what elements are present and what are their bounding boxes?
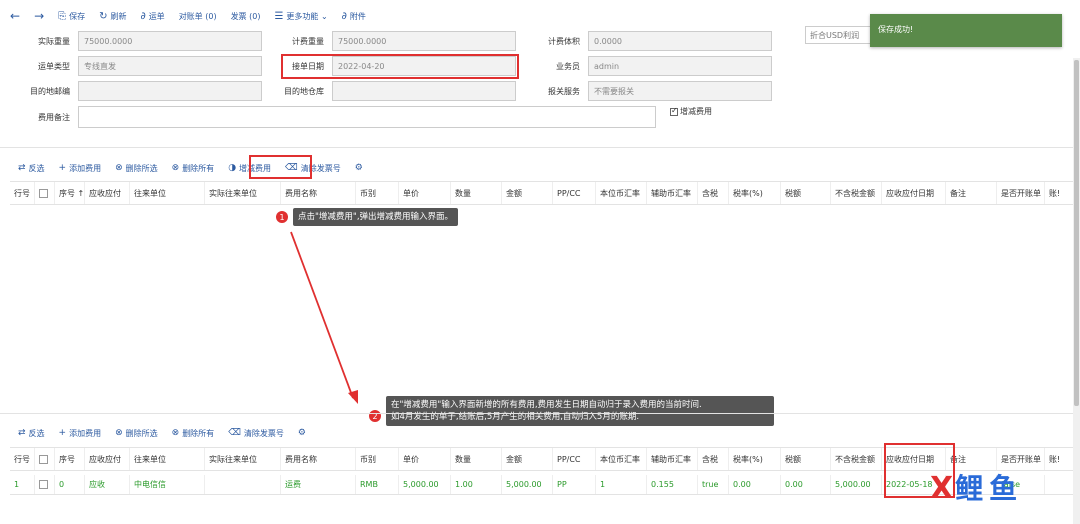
cell-amount[interactable]: 5,000.00	[502, 475, 553, 494]
cell-tax-rate[interactable]: 0.00	[729, 475, 781, 494]
col-header[interactable]: 序号	[55, 448, 85, 470]
grid2-delete-all-button[interactable]: ⊗ 删除所有	[172, 428, 215, 439]
cell-seq[interactable]: 0	[55, 475, 85, 494]
section-divider-2	[0, 413, 1073, 414]
col-header[interactable]: 行号	[10, 448, 35, 470]
col-header[interactable]: 往来单位	[130, 448, 205, 470]
scrollbar-thumb[interactable]	[1074, 60, 1079, 406]
watermark-mark: X	[930, 471, 954, 506]
cell-tax-included[interactable]: true	[698, 475, 729, 494]
select-all-checkbox[interactable]	[39, 454, 48, 464]
col-header[interactable]: 币别	[356, 448, 399, 470]
col-header[interactable]: 应收应付	[85, 448, 130, 470]
col-header[interactable]: 含税	[698, 448, 729, 470]
cell-row-number: 1	[10, 475, 35, 494]
delete-all-icon: ⊗	[171, 428, 180, 438]
col-header[interactable]: PP/CC	[553, 448, 596, 470]
col-header-select-all[interactable]	[35, 448, 55, 470]
cell-aux-rate[interactable]: 0.155	[647, 475, 698, 494]
cell-unit-price[interactable]: 5,000.00	[399, 475, 451, 494]
watermark-text: 鲤鱼	[955, 472, 1024, 505]
col-header[interactable]: 数量	[451, 448, 502, 470]
cell-pp-cc[interactable]: PP	[553, 475, 596, 494]
clear-icon: ⌫	[228, 428, 241, 438]
cell-extra[interactable]	[1045, 475, 1073, 494]
col-header[interactable]: 金额	[502, 448, 553, 470]
grid2-add-fee-button[interactable]: + 添加费用	[59, 428, 102, 439]
cell-actual-partner[interactable]	[205, 475, 281, 494]
col-header[interactable]: 是否开账单	[997, 448, 1045, 470]
cell-base-rate[interactable]: 1	[596, 475, 647, 494]
grid2-delete-selected-button[interactable]: ⊗ 删除所选	[115, 428, 158, 439]
tip-2-line-1: 在"增减费用"输入界面新增的所有费用,费用发生日期自动归于录入费用的当前时间.	[391, 400, 702, 410]
col-header[interactable]: 实际往来单位	[205, 448, 281, 470]
tip-2: 在"增减费用"输入界面新增的所有费用,费用发生日期自动归于录入费用的当前时间. …	[386, 396, 774, 426]
gear-icon: ⚙	[297, 428, 306, 438]
cell-ar-ap[interactable]: 应收	[85, 475, 130, 494]
row-checkbox[interactable]	[39, 480, 48, 489]
col-header[interactable]: 不含税金额	[831, 448, 882, 470]
delete-icon: ⊗	[115, 428, 123, 438]
grid2-settings-button[interactable]: ⚙	[298, 428, 306, 438]
col-header[interactable]: 费用名称	[281, 448, 356, 470]
cell-fee-name[interactable]: 运费	[281, 475, 356, 494]
col-header[interactable]: 辅助币汇率	[647, 448, 698, 470]
grid2-toolbar: ⇄ 反选 + 添加费用 ⊗ 删除所选 ⊗ 删除所有 ⌫ 清除发票号 ⚙	[0, 424, 306, 442]
grid2-invert-button[interactable]: ⇄ 反选	[18, 428, 45, 439]
cell-quantity[interactable]: 1.00	[451, 475, 502, 494]
col-header[interactable]: 单价	[399, 448, 451, 470]
col-header[interactable]: 税率(%)	[729, 448, 781, 470]
cell-tax-amount[interactable]: 0.00	[781, 475, 831, 494]
step-badge-2: 2	[369, 410, 381, 422]
grid2-clear-invoice-button[interactable]: ⌫ 清除发票号	[228, 428, 284, 439]
add-icon: +	[58, 428, 67, 438]
swap-icon: ⇄	[18, 428, 26, 438]
cell-select[interactable]	[35, 475, 55, 494]
col-header[interactable]: 账!	[1045, 448, 1073, 470]
watermark-logo: X 鲤鱼	[930, 474, 1023, 504]
col-header[interactable]: 税额	[781, 448, 831, 470]
col-header[interactable]: 本位币汇率	[596, 448, 647, 470]
cell-net-amount[interactable]: 5,000.00	[831, 475, 882, 494]
cell-currency[interactable]: RMB	[356, 475, 399, 494]
cell-partner[interactable]: 中电信信	[130, 475, 205, 494]
